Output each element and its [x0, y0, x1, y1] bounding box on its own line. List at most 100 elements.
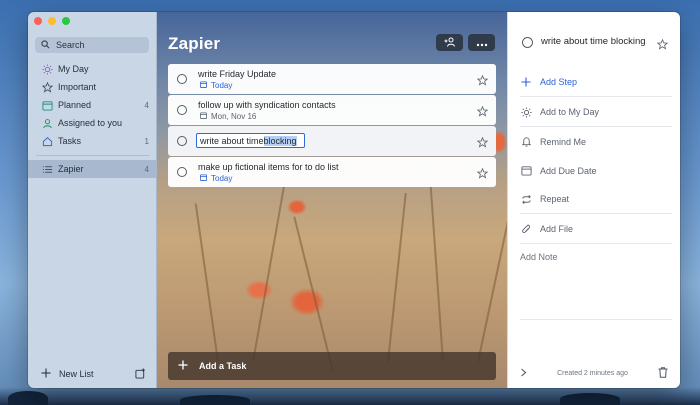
task-name-text: write about time — [200, 135, 264, 146]
task-detail-pane: write about time blocking Add Step Add t… — [507, 12, 680, 388]
task-item[interactable]: follow up with syndication contacts Mon,… — [168, 95, 496, 125]
desktop-tree-silhouette — [180, 395, 250, 405]
sidebar-item-label: Important — [58, 82, 97, 92]
importance-star-icon[interactable] — [476, 73, 489, 91]
importance-star-icon[interactable] — [476, 104, 489, 122]
sidebar-item-important[interactable]: Important — [28, 78, 157, 96]
sidebar-item-count: 4 — [144, 100, 149, 110]
zoom-window-button[interactable] — [62, 17, 70, 25]
background-wheat-stalk — [428, 172, 444, 363]
add-due-date-button[interactable]: Add Due Date — [520, 156, 672, 185]
calendar-icon — [200, 174, 207, 183]
calendar-icon — [200, 81, 207, 90]
complete-checkbox[interactable] — [522, 37, 533, 48]
background-wheat-stalk — [387, 192, 407, 363]
task-name: follow up with syndication contacts — [198, 100, 336, 110]
desktop-tree-silhouette — [560, 393, 620, 405]
add-task-label: Add a Task — [199, 361, 247, 371]
close-window-button[interactable] — [34, 17, 42, 25]
home-icon — [41, 135, 53, 147]
sidebar: Search My Day Important Planned 4 Assign… — [28, 12, 157, 388]
complete-checkbox[interactable] — [177, 105, 187, 115]
new-list-row: New List — [41, 367, 146, 381]
created-timestamp: Created 2 minutes ago — [557, 369, 628, 377]
task-list-pane: Zapier write Friday Update Today follow … — [157, 12, 507, 388]
calendar-icon — [200, 112, 207, 121]
add-file-button[interactable]: Add File — [520, 215, 672, 244]
add-step-label: Add Step — [540, 77, 578, 87]
task-due-label: Mon, Nov 16 — [211, 112, 257, 121]
sidebar-item-label: Zapier — [58, 164, 84, 174]
background-wheat-stalk — [194, 203, 219, 363]
add-due-date-label: Add Due Date — [540, 165, 597, 176]
selected-text: blocking — [263, 135, 297, 146]
plus-icon[interactable] — [41, 368, 51, 380]
add-task-bar[interactable]: Add a Task — [168, 352, 496, 380]
list-icon — [41, 163, 53, 175]
importance-star-icon[interactable] — [476, 166, 489, 184]
desktop-tree-silhouette — [8, 391, 48, 405]
remind-me-label: Remind Me — [540, 136, 587, 147]
sidebar-item-label: Planned — [58, 100, 92, 110]
importance-star-icon[interactable] — [656, 37, 669, 55]
calendar-icon — [41, 99, 53, 111]
task-due-label: Today — [211, 81, 233, 90]
sidebar-nav: My Day Important Planned 4 Assigned to y… — [28, 60, 157, 178]
search-bar[interactable]: Search — [35, 37, 149, 53]
task-name: make up fictional items for to do list — [198, 162, 339, 172]
task-item[interactable]: make up fictional items for to do list T… — [168, 157, 496, 187]
share-list-button[interactable] — [436, 34, 463, 51]
window-controls — [34, 17, 70, 25]
ellipsis-icon — [476, 34, 488, 52]
person-icon — [41, 117, 53, 129]
new-list-button[interactable]: New List — [59, 369, 135, 379]
sidebar-divider — [36, 155, 149, 156]
background-wheat-stalk — [252, 184, 286, 363]
remind-me-button[interactable]: Remind Me — [520, 127, 672, 156]
repeat-button[interactable]: Repeat — [520, 185, 672, 214]
add-to-my-day-button[interactable]: Add to My Day — [520, 98, 672, 127]
sidebar-item-assigned[interactable]: Assigned to you — [28, 114, 157, 132]
repeat-label: Repeat — [540, 194, 570, 204]
complete-checkbox[interactable] — [177, 136, 187, 146]
new-group-icon[interactable] — [135, 367, 146, 381]
search-icon — [41, 39, 50, 51]
calendar-icon — [520, 165, 532, 177]
plus-icon — [520, 76, 532, 88]
todo-app-window: Search My Day Important Planned 4 Assign… — [28, 12, 680, 388]
sidebar-item-label: Assigned to you — [58, 118, 123, 128]
task-name-edit-field[interactable]: write about time blocking — [196, 133, 305, 148]
complete-checkbox[interactable] — [177, 74, 187, 84]
add-step-button[interactable]: Add Step — [520, 68, 672, 97]
task-item-selected[interactable]: write about time blocking — [168, 126, 496, 156]
sidebar-item-planned[interactable]: Planned 4 — [28, 96, 157, 114]
task-name: write Friday Update — [198, 69, 277, 79]
detail-footer: Created 2 minutes ago — [520, 366, 668, 380]
sidebar-item-my-day[interactable]: My Day — [28, 60, 157, 78]
bell-icon — [520, 136, 532, 148]
sidebar-item-tasks[interactable]: Tasks 1 — [28, 132, 157, 150]
paperclip-icon — [520, 223, 532, 235]
add-file-label: Add File — [540, 224, 574, 234]
task-item[interactable]: write Friday Update Today — [168, 64, 496, 94]
task-due: Mon, Nov 16 — [200, 112, 256, 121]
sidebar-item-count: 4 — [144, 164, 149, 174]
importance-star-icon[interactable] — [476, 135, 489, 153]
trash-icon[interactable] — [658, 366, 668, 380]
list-title: Zapier — [168, 34, 221, 53]
task-due-label: Today — [211, 174, 233, 183]
complete-checkbox[interactable] — [177, 167, 187, 177]
sidebar-item-zapier-list[interactable]: Zapier 4 — [28, 160, 157, 178]
star-icon — [41, 81, 53, 93]
task-due: Today — [200, 81, 232, 90]
minimize-window-button[interactable] — [48, 17, 56, 25]
detail-task-title[interactable]: write about time blocking — [541, 35, 646, 49]
note-divider — [520, 319, 672, 320]
add-note-field[interactable]: Add Note — [520, 252, 558, 262]
chevron-right-icon[interactable] — [520, 368, 527, 379]
more-options-button[interactable] — [468, 34, 495, 51]
plus-icon — [178, 360, 188, 372]
repeat-icon — [520, 193, 532, 205]
sun-icon — [520, 106, 532, 118]
sun-icon — [41, 63, 53, 75]
